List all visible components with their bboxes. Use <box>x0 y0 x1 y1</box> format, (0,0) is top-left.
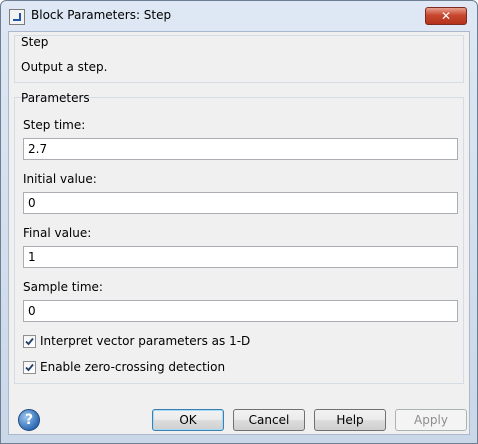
zero-crossing-label: Enable zero-crossing detection <box>40 360 226 374</box>
window-title: Block Parameters: Step <box>31 8 172 22</box>
interpret-vector-label: Interpret vector parameters as 1-D <box>40 334 251 348</box>
parameters-group-title: Parameters <box>21 91 90 105</box>
zero-crossing-checkbox[interactable] <box>23 360 36 374</box>
final-value-input[interactable]: 1 <box>23 246 458 268</box>
ok-button[interactable]: OK <box>152 409 224 431</box>
help-button[interactable]: Help <box>314 409 386 431</box>
close-button[interactable]: ✕ <box>425 7 467 25</box>
dialog-content: Step Output a step. Parameters Step time… <box>8 31 470 435</box>
initial-value-input[interactable]: 0 <box>23 192 458 214</box>
initial-value-label: Initial value: <box>23 172 97 186</box>
block-group-title: Step <box>21 35 49 49</box>
sample-time-label: Sample time: <box>23 280 103 294</box>
final-value-label: Final value: <box>23 226 92 240</box>
interpret-vector-checkbox[interactable] <box>23 334 36 348</box>
cancel-button[interactable]: Cancel <box>233 409 305 431</box>
block-step-icon <box>9 9 25 25</box>
dialog-window: Block Parameters: Step ✕ Step Output a s… <box>0 0 478 444</box>
step-time-input[interactable]: 2.7 <box>23 138 458 160</box>
interpret-vector-checkbox-row[interactable]: Interpret vector parameters as 1-D <box>23 334 250 348</box>
close-icon: ✕ <box>440 9 452 23</box>
apply-button[interactable]: Apply <box>395 409 467 431</box>
step-time-label: Step time: <box>23 118 86 132</box>
sample-time-input[interactable]: 0 <box>23 300 458 322</box>
title-bar[interactable]: Block Parameters: Step ✕ <box>1 1 477 31</box>
zero-crossing-checkbox-row[interactable]: Enable zero-crossing detection <box>23 360 225 374</box>
block-description-group <box>14 35 464 83</box>
block-description: Output a step. <box>21 60 108 74</box>
help-icon[interactable]: ? <box>18 409 40 431</box>
